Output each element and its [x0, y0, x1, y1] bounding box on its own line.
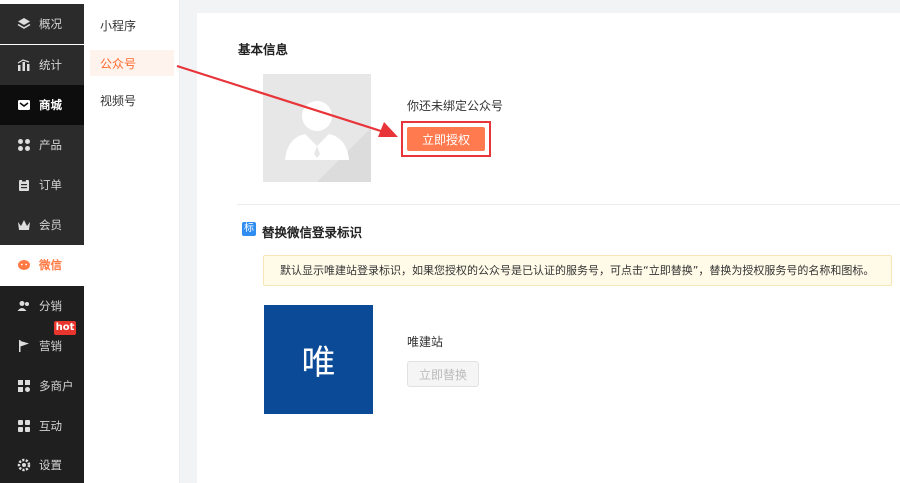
notice-bar: 默认显示唯建站登录标识，如果您授权的公众号是已认证的服务号，可点击“立即替换”，…	[263, 255, 892, 286]
tag-icon: 标	[242, 222, 256, 236]
main-nav: 概况 统计 商城 产品 订单 会员 微信 分销 营销 多商户 互动 设置 hot	[0, 0, 84, 483]
nav-label: 设置	[39, 457, 62, 472]
nav-item-products[interactable]: 产品	[0, 125, 84, 165]
nav-item-distribution[interactable]: 分销	[0, 286, 84, 326]
nav-label: 订单	[39, 178, 62, 192]
nav-label: 互动	[39, 419, 62, 433]
nav-label: 分销	[39, 299, 62, 313]
nav-label: 会员	[39, 218, 62, 232]
basic-info-title: 基本信息	[238, 42, 289, 57]
wechat-icon	[17, 258, 31, 272]
user-silhouette-icon	[285, 101, 371, 182]
nav-label: 统计	[39, 58, 62, 72]
flag-icon	[17, 339, 31, 353]
apps-icon	[17, 419, 31, 433]
submenu-item-mini-program[interactable]: 小程序	[90, 12, 174, 38]
site-name: 唯建站	[407, 335, 444, 349]
nav-item-wechat[interactable]: 微信	[0, 245, 84, 285]
layers-icon	[17, 17, 31, 31]
section-divider	[237, 204, 900, 205]
account-avatar-placeholder	[263, 74, 371, 182]
nav-label: 商城	[39, 98, 62, 112]
nav-label: 产品	[39, 138, 62, 152]
nav-label: 概况	[39, 17, 62, 31]
chart-icon	[17, 58, 31, 72]
shop-icon	[17, 379, 31, 393]
submenu-item-video-account[interactable]: 视频号	[90, 87, 174, 113]
gear-icon	[17, 458, 31, 472]
authorize-highlight: 立即授权	[401, 121, 491, 157]
main-panel: 基本信息 你还未绑定公众号 立即授权 标 替换微信登录标识 默认显示唯建站登录标…	[197, 13, 900, 483]
hot-badge: hot	[54, 321, 76, 335]
crown-icon	[17, 218, 31, 232]
sub-menu: 小程序 公众号 视频号	[84, 0, 180, 483]
nav-item-interaction[interactable]: 互动	[0, 406, 84, 446]
nav-item-stats[interactable]: 统计	[0, 45, 84, 85]
site-logo: 唯	[264, 305, 373, 414]
authorize-button[interactable]: 立即授权	[407, 127, 485, 151]
nav-label: 营销	[39, 339, 62, 353]
users-icon	[17, 299, 31, 313]
grid-icon	[17, 138, 31, 152]
replace-login-title: 替换微信登录标识	[262, 225, 363, 240]
nav-label: 多商户	[39, 379, 74, 393]
nav-item-members[interactable]: 会员	[0, 205, 84, 245]
unbound-message: 你还未绑定公众号	[407, 99, 504, 113]
nav-item-orders[interactable]: 订单	[0, 165, 84, 205]
nav-label: 微信	[39, 258, 62, 272]
clipboard-icon	[17, 178, 31, 192]
submenu-item-official-account[interactable]: 公众号	[90, 50, 174, 76]
nav-item-multi-merchant[interactable]: 多商户	[0, 366, 84, 406]
nav-item-settings[interactable]: 设置	[0, 446, 84, 483]
replace-button[interactable]: 立即替换	[407, 361, 479, 387]
nav-item-mall[interactable]: 商城	[0, 85, 84, 125]
mail-icon	[17, 98, 31, 112]
nav-item-overview[interactable]: 概况	[0, 4, 84, 44]
